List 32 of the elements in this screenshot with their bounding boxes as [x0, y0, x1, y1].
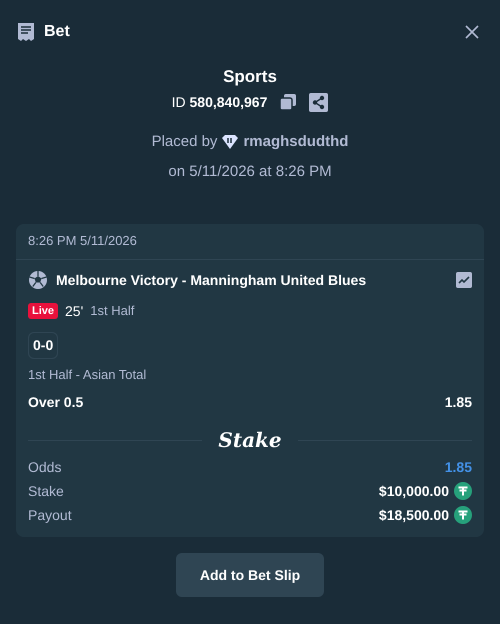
share-icon[interactable]: [309, 92, 328, 112]
tether-coin-icon: [454, 482, 472, 500]
soccer-ball-icon: [28, 270, 48, 290]
diamond-icon: [221, 134, 240, 150]
summary-label: Payout: [28, 506, 72, 525]
tether-coin-icon: [454, 506, 472, 524]
live-badge: Live: [28, 303, 58, 319]
summary-label: Odds: [28, 458, 62, 476]
market-name: 1st Half - Asian Total: [28, 366, 148, 384]
bet-timestamp: 8:26 PM 5/11/2026: [28, 232, 137, 250]
modal-title: Bet: [44, 22, 70, 42]
placed-by-label: Placed by: [152, 132, 218, 152]
selection-odds: 1.85: [444, 393, 472, 412]
copy-icon[interactable]: [279, 93, 298, 111]
summary-value: $10,000.00: [378, 482, 449, 500]
stats-chart-icon[interactable]: [456, 272, 472, 288]
score-badge: 0-0: [28, 332, 58, 358]
summary-value: $18,500.00: [378, 506, 449, 524]
match-minute: 25': [65, 302, 84, 320]
event-name[interactable]: Melbourne Victory - Manningham United Blues: [56, 270, 448, 290]
receipt-icon: [16, 22, 36, 42]
summary-label: Stake: [28, 482, 64, 500]
bet-id: ID 580,840,967: [172, 92, 268, 112]
add-to-bet-slip-button[interactable]: Add to Bet Slip: [176, 553, 324, 597]
match-period: 1st Half: [90, 302, 134, 320]
selection-name: Over 0.5: [28, 393, 84, 412]
summary-value: 1.85: [444, 458, 472, 476]
close-icon[interactable]: [464, 24, 480, 40]
bet-category: Sports: [223, 66, 277, 88]
brand-logo: Stake: [218, 427, 282, 453]
username-link[interactable]: rmaghsdudthd: [243, 130, 348, 153]
placed-date: on 5/11/2026 at 8:26 PM: [168, 162, 332, 182]
